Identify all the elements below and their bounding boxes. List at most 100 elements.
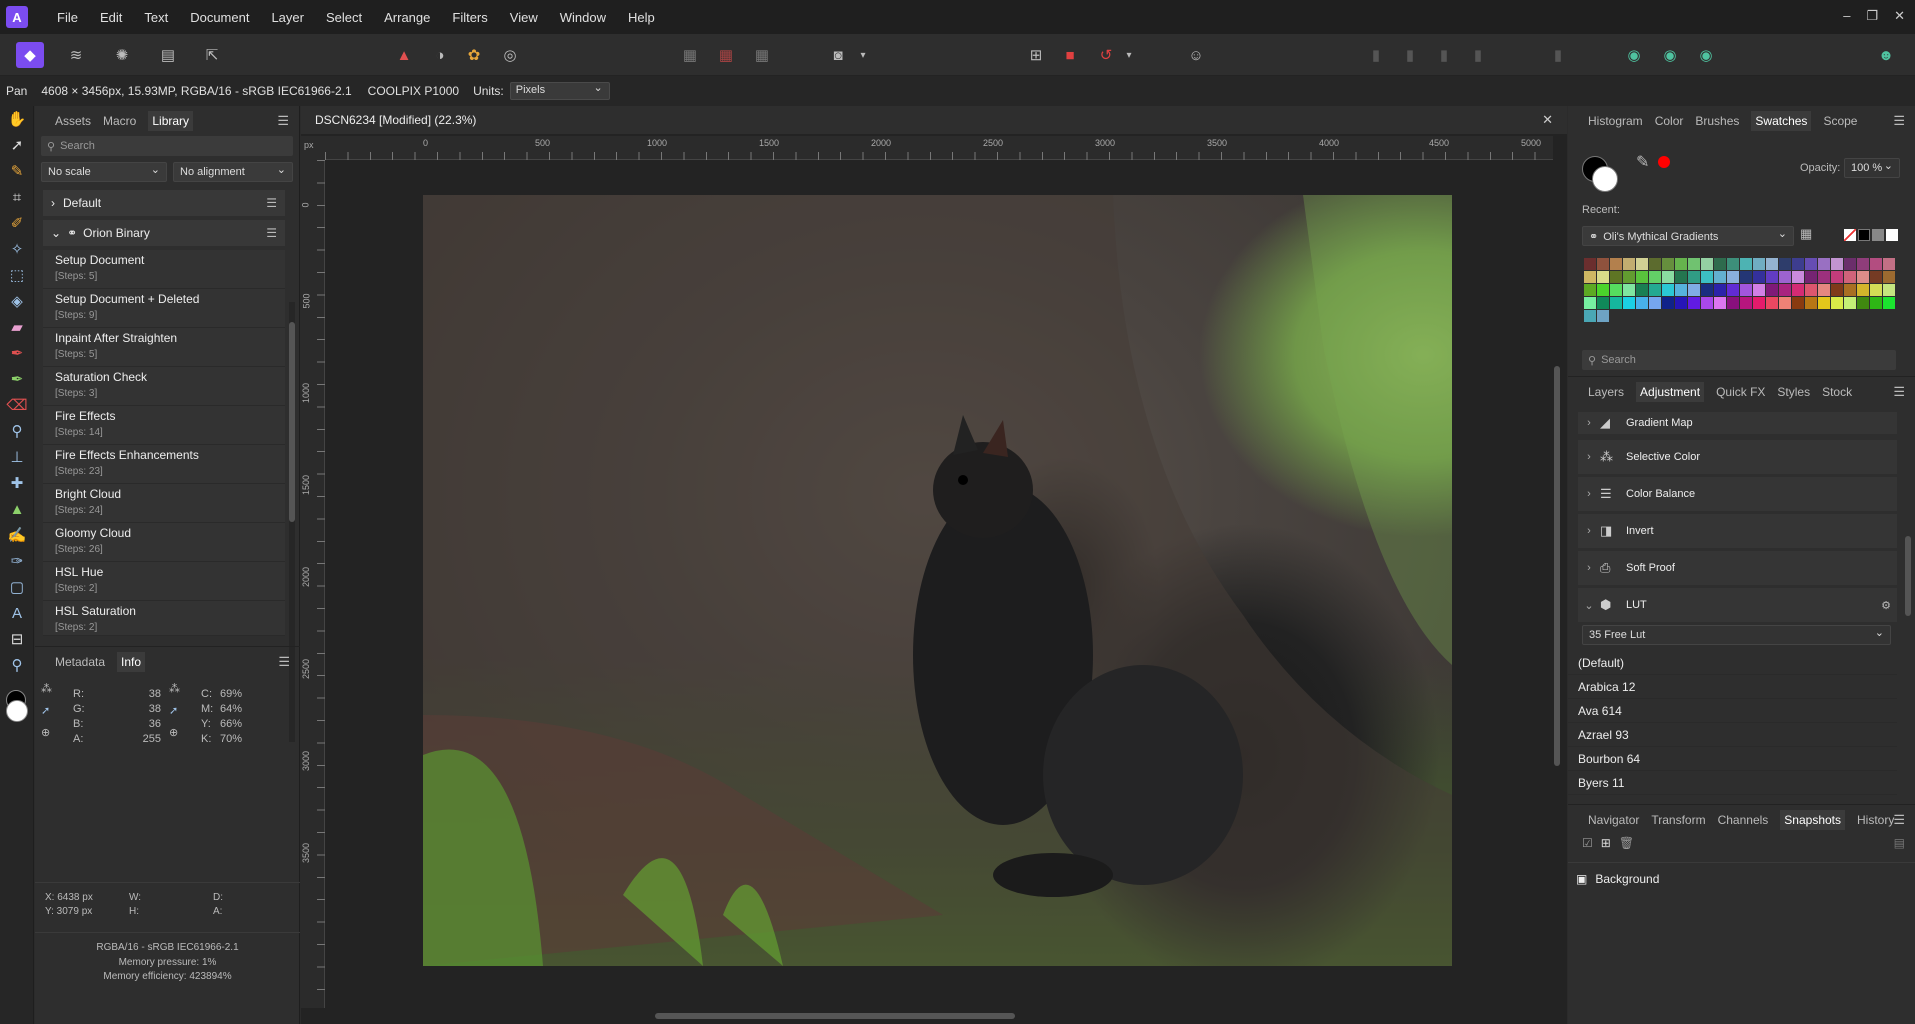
color-swatch[interactable]	[1584, 284, 1596, 296]
close-document-icon[interactable]: ✕	[1542, 112, 1553, 128]
auto-colors-icon[interactable]: ✿	[460, 42, 488, 68]
photo-persona-icon[interactable]: ◆	[16, 42, 44, 68]
text-tool-icon[interactable]: A	[0, 600, 34, 626]
tab-quick-fx[interactable]: Quick FX	[1716, 385, 1765, 399]
adjustment-scroll-thumb[interactable]	[1905, 536, 1911, 616]
color-swatch[interactable]	[1818, 284, 1830, 296]
color-swatch[interactable]	[1584, 297, 1596, 309]
color-swatch[interactable]	[1766, 258, 1778, 270]
menu-window[interactable]: Window	[549, 10, 617, 25]
color-swatch[interactable]	[1662, 297, 1674, 309]
add-snapshot-icon[interactable]: ⊞	[1601, 836, 1611, 850]
mesh-warp-tool-icon[interactable]: ⊟	[0, 626, 34, 652]
macro-item[interactable]: HSL Hue [Steps: 2]	[43, 562, 285, 601]
canvas-hscroll-thumb[interactable]	[655, 1013, 1015, 1019]
macro-item[interactable]: Gloomy Cloud [Steps: 26]	[43, 523, 285, 562]
color-swatch[interactable]	[1883, 271, 1895, 283]
color-swatch[interactable]	[1584, 271, 1596, 283]
macro-item[interactable]: Setup Document + Deleted [Steps: 9]	[43, 289, 285, 328]
macro-item[interactable]: Saturation Check [Steps: 3]	[43, 367, 285, 406]
straighten-icon[interactable]: ⊞	[1022, 42, 1050, 68]
color-swatch[interactable]	[1688, 297, 1700, 309]
color-swatch[interactable]	[1584, 310, 1596, 322]
color-swatch[interactable]	[1649, 297, 1661, 309]
color-swatch[interactable]	[1623, 297, 1635, 309]
color-swatch[interactable]	[1766, 297, 1778, 309]
category-menu-icon[interactable]: ☰	[266, 196, 277, 210]
color-swatch[interactable]	[1753, 284, 1765, 296]
color-swatch[interactable]	[1740, 271, 1752, 283]
color-picker-icon[interactable]: ✎	[1636, 152, 1649, 172]
macro-item[interactable]: Setup Document [Steps: 5]	[43, 250, 285, 289]
flood-fill-tool-icon[interactable]: ◈	[0, 288, 34, 314]
menu-edit[interactable]: Edit	[89, 10, 133, 25]
adjustment-lut[interactable]: ⌄ ⬢ LUT ⚙	[1578, 588, 1897, 622]
color-swatch[interactable]	[1857, 271, 1869, 283]
macro-item[interactable]: HSL Saturation [Steps: 2]	[43, 601, 285, 636]
color-swatch[interactable]	[1688, 271, 1700, 283]
color-swatch[interactable]	[1805, 297, 1817, 309]
menu-help[interactable]: Help	[617, 10, 666, 25]
library-scroll-thumb[interactable]	[289, 322, 295, 522]
tab-assets[interactable]: Assets	[55, 114, 91, 128]
healing-tool-icon[interactable]: ✚	[0, 470, 34, 496]
lut-preset-select[interactable]: 35 Free Lut	[1582, 625, 1891, 645]
zoom-tool-icon[interactable]: ⚲	[0, 652, 34, 678]
category-menu-icon[interactable]: ☰	[266, 226, 277, 240]
export-persona-icon[interactable]: ⇱	[198, 42, 226, 68]
color-swatch[interactable]	[1831, 258, 1843, 270]
color-swatch[interactable]	[1818, 297, 1830, 309]
lut-item[interactable]: Ava 614	[1568, 699, 1897, 723]
color-swatch[interactable]	[1584, 258, 1596, 270]
shape-tool-icon[interactable]: ▢	[0, 574, 34, 600]
tab-color[interactable]: Color	[1655, 114, 1684, 128]
pointer-icon[interactable]: ➚	[41, 704, 50, 717]
color-swatch[interactable]	[1636, 297, 1648, 309]
delete-snapshot-icon[interactable]: 🗑	[1619, 836, 1634, 850]
color-swatch[interactable]	[1610, 258, 1622, 270]
color-swatch[interactable]	[1792, 297, 1804, 309]
develop-persona-icon[interactable]: ✺	[108, 42, 136, 68]
color-swatch[interactable]	[1753, 258, 1765, 270]
selection-icon[interactable]: ▦	[676, 42, 704, 68]
color-swatch[interactable]	[1662, 271, 1674, 283]
smudge-tool-icon[interactable]: ✍	[0, 522, 34, 548]
color-swatch[interactable]	[1779, 297, 1791, 309]
panel-menu-icon[interactable]: ☰	[1893, 384, 1905, 400]
color-swatch[interactable]	[1623, 284, 1635, 296]
sharpen-tool-icon[interactable]: ▲	[0, 496, 34, 522]
tab-channels[interactable]: Channels	[1718, 813, 1769, 827]
tab-brushes[interactable]: Brushes	[1695, 114, 1739, 128]
tab-library[interactable]: Library	[148, 111, 194, 131]
align-icon[interactable]: ▮	[1544, 42, 1572, 68]
color-swatch[interactable]	[1610, 297, 1622, 309]
color-swatch[interactable]	[1844, 271, 1856, 283]
tone-mapping-persona-icon[interactable]: ▤	[154, 42, 182, 68]
close-window-button[interactable]: ✕	[1894, 8, 1905, 24]
color-swatch[interactable]	[1714, 271, 1726, 283]
color-swatch[interactable]	[1753, 297, 1765, 309]
color-swatch[interactable]	[1675, 284, 1687, 296]
pan-tool-icon[interactable]: ✋	[0, 106, 34, 132]
color-swatch[interactable]	[1831, 284, 1843, 296]
boolean-add-icon[interactable]: ◉	[1620, 42, 1648, 68]
color-swatch[interactable]	[1649, 284, 1661, 296]
liquify-persona-icon[interactable]: ≋	[62, 42, 90, 68]
color-swatch[interactable]	[1688, 284, 1700, 296]
color-swatch[interactable]	[1844, 284, 1856, 296]
library-search-input[interactable]: ⚲ Search	[41, 136, 293, 156]
adjustment-soft-proof[interactable]: › ⎙ Soft Proof	[1578, 551, 1897, 585]
color-swatch[interactable]	[1714, 284, 1726, 296]
paint-brush-tool-icon[interactable]: ✒	[0, 340, 34, 366]
color-swatch[interactable]	[1649, 271, 1661, 283]
menu-file[interactable]: File	[46, 10, 89, 25]
pixel-tool-icon[interactable]: ✒	[0, 366, 34, 392]
minimize-button[interactable]: –	[1843, 8, 1850, 24]
color-mode-icon[interactable]: ⁂	[169, 682, 180, 695]
color-swatch[interactable]	[1883, 258, 1895, 270]
gray-swatch[interactable]	[1872, 229, 1884, 241]
color-swatch[interactable]	[1597, 258, 1609, 270]
tab-info[interactable]: Info	[117, 651, 146, 672]
tab-scope[interactable]: Scope	[1823, 114, 1857, 128]
color-swatch[interactable]	[1701, 271, 1713, 283]
